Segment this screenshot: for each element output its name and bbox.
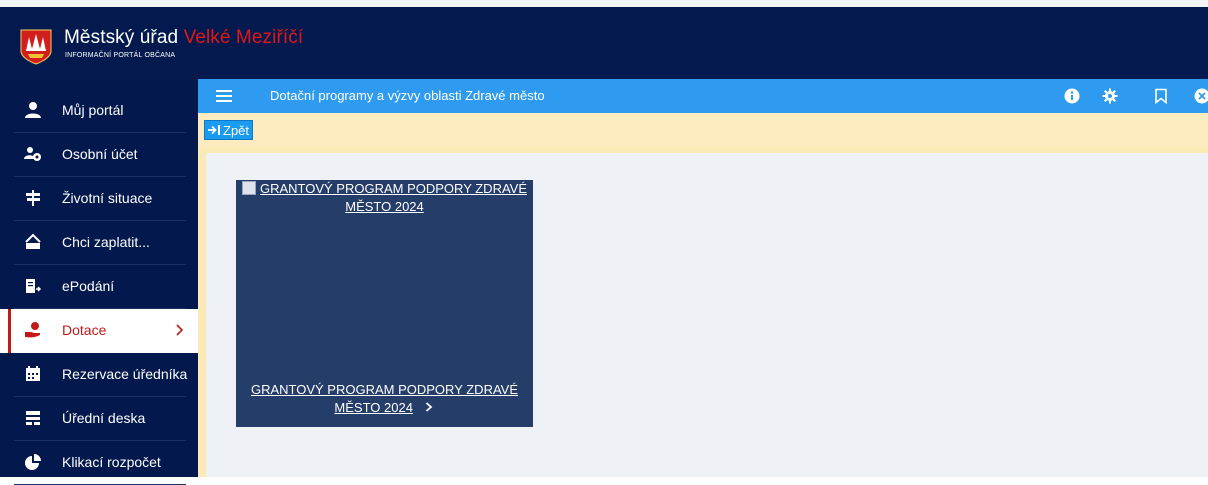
sidebar-item-muj-portal[interactable]: Můj portál — [0, 89, 198, 133]
bookmark-icon[interactable] — [1153, 88, 1169, 104]
notice-board-icon — [24, 409, 42, 427]
sidebar-item-label: ePodání — [62, 278, 114, 294]
gear-icon[interactable] — [1102, 88, 1118, 104]
back-arrow-icon — [207, 124, 221, 136]
program-card-image-alt: GRANTOVÝ PROGRAM PODPORY ZDRAVÉ MĚSTO 20… — [260, 181, 527, 214]
portal-title[interactable]: Městský úřad Velké Meziříčí — [64, 27, 303, 49]
program-grid: GRANTOVÝ PROGRAM PODPORY ZDRAVÉ MĚSTO 20… — [206, 153, 1208, 477]
app-header: Městský úřad Velké Meziříčí INFORMAČNÍ P… — [0, 7, 1208, 79]
sidebar-item-chci-zaplatit[interactable]: Chci zaplatit... — [0, 221, 198, 265]
top-strip — [0, 0, 1208, 7]
content-area: GRANTOVÝ PROGRAM PODPORY ZDRAVÉ MĚSTO 20… — [198, 147, 1208, 477]
action-bar: Zpět — [198, 113, 1208, 147]
sidebar-item-label: Chci zaplatit... — [62, 234, 150, 250]
content-toolbar: Dotační programy a výzvy oblasti Zdravé … — [198, 79, 1208, 113]
program-card-link[interactable]: GRANTOVÝ PROGRAM PODPORY ZDRAVÉ MĚSTO 20… — [236, 381, 533, 417]
user-icon — [24, 101, 42, 119]
hand-money-icon — [24, 321, 42, 339]
sidebar-item-epodani[interactable]: ePodání — [0, 265, 198, 309]
program-card[interactable]: GRANTOVÝ PROGRAM PODPORY ZDRAVÉ MĚSTO 20… — [236, 180, 533, 427]
broken-image-icon — [242, 181, 256, 195]
portal-subtitle: INFORMAČNÍ PORTÁL OBČANA — [65, 52, 175, 59]
payment-icon — [24, 233, 42, 251]
sidebar-item-label: Životní situace — [62, 190, 152, 206]
calendar-icon — [24, 365, 42, 383]
program-card-image[interactable]: GRANTOVÝ PROGRAM PODPORY ZDRAVÉ MĚSTO 20… — [238, 180, 531, 216]
sidebar-item-zivotni-situace[interactable]: Životní situace — [0, 177, 198, 221]
info-icon[interactable] — [1064, 88, 1080, 104]
sidebar-item-dotace[interactable]: Dotace — [0, 309, 198, 353]
program-card-link-line1: GRANTOVÝ PROGRAM PODPORY ZDRAVÉ — [251, 382, 518, 397]
sidebar-item-label: Rezervace úředníka — [62, 366, 187, 382]
page-title: Dotační programy a výzvy oblasti Zdravé … — [270, 88, 545, 103]
sidebar: Můj portál Osobní účet Životní situace C… — [0, 79, 198, 477]
sidebar-item-klikaci-rozpocet[interactable]: Klikací rozpočet — [0, 441, 198, 485]
sidebar-item-osobni-ucet[interactable]: Osobní účet — [0, 133, 198, 177]
sidebar-item-label: Úřední deska — [62, 410, 145, 426]
sidebar-item-label: Dotace — [62, 322, 106, 338]
portal-title-city: Velké Meziříčí — [184, 27, 304, 48]
chevron-right-icon — [423, 401, 435, 413]
menu-icon[interactable] — [215, 87, 233, 105]
back-button-label: Zpět — [223, 123, 249, 138]
sidebar-item-rezervace-urednika[interactable]: Rezervace úředníka — [0, 353, 198, 397]
back-button[interactable]: Zpět — [204, 120, 253, 140]
portal-title-main: Městský úřad — [64, 27, 178, 48]
sidebar-item-label: Můj portál — [62, 102, 123, 118]
sidebar-item-uredni-deska[interactable]: Úřední deska — [0, 397, 198, 441]
user-coins-icon — [24, 145, 42, 163]
close-icon[interactable] — [1194, 88, 1208, 104]
signpost-icon — [24, 189, 42, 207]
program-card-link-line2: MĚSTO 2024 — [334, 400, 413, 415]
document-send-icon — [24, 277, 42, 295]
pie-chart-icon — [24, 453, 42, 471]
city-coat-of-arms-logo[interactable] — [20, 29, 52, 65]
chevron-right-icon — [174, 321, 186, 339]
sidebar-item-label: Osobní účet — [62, 146, 138, 162]
sidebar-item-label: Klikací rozpočet — [62, 454, 161, 470]
